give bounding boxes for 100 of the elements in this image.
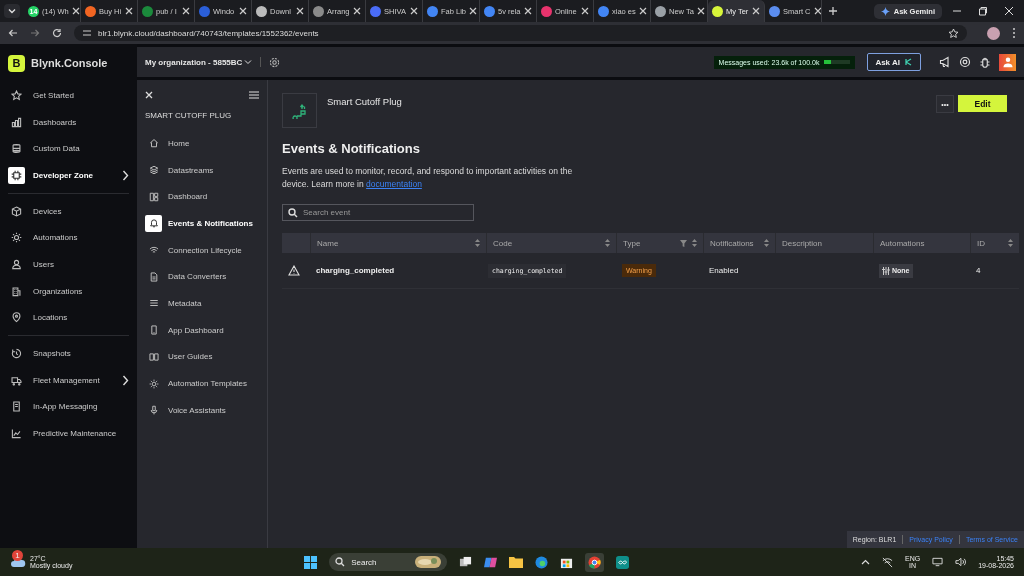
column-header[interactable]: Code xyxy=(486,233,616,253)
tab-list-button[interactable] xyxy=(4,4,20,18)
close-icon[interactable] xyxy=(125,7,133,15)
sidebar-item[interactable]: Custom Data xyxy=(8,135,129,163)
more-menu-icon[interactable] xyxy=(1012,27,1016,39)
close-icon[interactable] xyxy=(353,7,361,15)
close-icon[interactable] xyxy=(524,7,532,15)
close-icon[interactable] xyxy=(71,7,80,15)
page-heading: Events & Notifications xyxy=(282,141,421,156)
sparkle-icon xyxy=(880,6,890,16)
close-icon[interactable] xyxy=(1004,6,1014,16)
cube-icon xyxy=(11,205,22,217)
settings-icon[interactable] xyxy=(269,56,281,68)
sidebar-item[interactable]: Devices xyxy=(8,197,129,225)
edge-icon[interactable] xyxy=(535,555,549,569)
bug-icon[interactable] xyxy=(979,56,991,68)
close-icon[interactable] xyxy=(638,7,647,15)
sort-icon[interactable] xyxy=(1008,239,1013,247)
column-header[interactable]: Automations xyxy=(873,233,970,253)
ask-ai-button[interactable]: Ask AI xyxy=(867,53,921,71)
phone-message-icon xyxy=(11,401,22,413)
folder-icon[interactable] xyxy=(509,556,524,568)
close-icon[interactable] xyxy=(145,91,153,99)
sort-icon[interactable] xyxy=(692,239,697,247)
close-icon[interactable] xyxy=(696,7,705,15)
speaker-icon[interactable] xyxy=(955,557,967,567)
template-menu-item[interactable]: Datastreams xyxy=(145,156,259,184)
monitor-icon[interactable] xyxy=(932,557,944,567)
restore-icon[interactable] xyxy=(978,6,988,16)
back-arrow-icon[interactable] xyxy=(8,28,18,38)
location-pin-icon xyxy=(11,312,22,324)
profile-avatar[interactable] xyxy=(987,26,1000,40)
forward-arrow-icon[interactable] xyxy=(30,28,40,38)
template-menu-item[interactable]: User Guides xyxy=(145,343,259,371)
close-icon[interactable] xyxy=(239,7,247,15)
infinity-app-icon[interactable] xyxy=(616,555,630,569)
sidebar-item[interactable]: Locations xyxy=(8,304,129,332)
close-icon[interactable] xyxy=(752,7,760,15)
edit-button[interactable]: Edit xyxy=(958,95,1007,112)
user-avatar[interactable] xyxy=(999,53,1016,71)
logo-text: Blynk.Console xyxy=(31,57,108,69)
sidebar-item[interactable]: Users xyxy=(8,251,129,278)
template-menu-item[interactable]: Dashboard xyxy=(145,183,259,211)
sidebar-item[interactable]: Dashboards xyxy=(8,108,129,136)
column-header[interactable]: Notifications xyxy=(703,233,775,253)
sort-icon[interactable] xyxy=(475,239,480,247)
start-icon[interactable] xyxy=(304,555,318,569)
template-menu-item[interactable]: Voice Assistants xyxy=(145,396,259,424)
address-field[interactable]: blr1.blynk.cloud/dashboard/740743/templates/1552362/events xyxy=(74,25,967,41)
event-name: charging_completed xyxy=(316,266,395,275)
sidebar-item[interactable]: Fleet Management xyxy=(8,366,129,394)
filter-icon[interactable] xyxy=(680,239,687,247)
taskbar-search-field[interactable]: Search xyxy=(329,553,448,571)
site-settings-icon[interactable] xyxy=(82,28,92,38)
lifebuoy-icon[interactable] xyxy=(959,56,971,68)
gear-icon xyxy=(148,378,159,389)
close-icon[interactable] xyxy=(296,7,304,15)
copilot-icon[interactable] xyxy=(484,555,498,569)
task-view-icon[interactable] xyxy=(459,555,473,569)
template-menu-item[interactable]: Data Converters xyxy=(145,263,259,291)
reload-icon[interactable] xyxy=(52,28,62,38)
bookmark-star-icon[interactable] xyxy=(948,27,959,39)
sort-icon[interactable] xyxy=(764,239,769,247)
microphone-icon xyxy=(148,405,159,416)
chrome-icon[interactable] xyxy=(585,552,605,572)
new-tab-icon[interactable] xyxy=(828,6,838,16)
close-icon[interactable] xyxy=(182,7,190,15)
documentation-link[interactable]: documentation xyxy=(366,179,422,189)
sidebar-item[interactable]: Get Started xyxy=(8,82,129,109)
column-header[interactable]: Type xyxy=(616,233,703,253)
search-icon xyxy=(335,557,346,567)
column-header[interactable]: Name xyxy=(310,233,486,253)
network-off-icon[interactable] xyxy=(882,556,894,568)
template-menu-item[interactable]: Connection Lifecycle xyxy=(145,236,259,264)
sidebar-item[interactable]: Organizations xyxy=(8,277,129,305)
sort-icon[interactable] xyxy=(605,239,610,247)
sidebar-item[interactable]: Developer Zone xyxy=(8,162,129,189)
template-menu-item[interactable]: Home xyxy=(145,130,259,157)
sidebar-item[interactable]: In-App Messaging xyxy=(8,393,129,421)
menu-icon[interactable] xyxy=(249,91,259,99)
sidebar-item[interactable]: Predictive Maintenance xyxy=(8,420,129,447)
document-icon xyxy=(148,271,159,282)
organization-selector[interactable]: My organization - 5855BC xyxy=(145,57,253,67)
template-name: Smart Cutoff Plug xyxy=(327,95,402,107)
bar-chart-icon xyxy=(11,116,22,128)
template-menu-item[interactable]: Metadata xyxy=(145,290,259,317)
close-icon[interactable] xyxy=(581,7,589,15)
sidebar-item[interactable]: Snapshots xyxy=(8,340,129,367)
chevron-up-icon[interactable] xyxy=(861,559,871,565)
column-header[interactable]: ID xyxy=(970,233,1019,253)
close-icon[interactable] xyxy=(410,7,418,15)
close-icon[interactable] xyxy=(813,7,821,15)
search-field[interactable]: Search event xyxy=(282,204,474,221)
template-menu-item[interactable]: Events & Notifications xyxy=(145,210,259,237)
megaphone-icon[interactable] xyxy=(939,56,951,68)
template-menu-item[interactable]: App Dashboard xyxy=(145,316,259,344)
close-icon[interactable] xyxy=(469,7,478,15)
sidebar-item[interactable]: Automations xyxy=(8,224,129,252)
column-header[interactable]: Description xyxy=(775,233,873,253)
template-menu-item[interactable]: Automation Templates xyxy=(145,370,259,397)
